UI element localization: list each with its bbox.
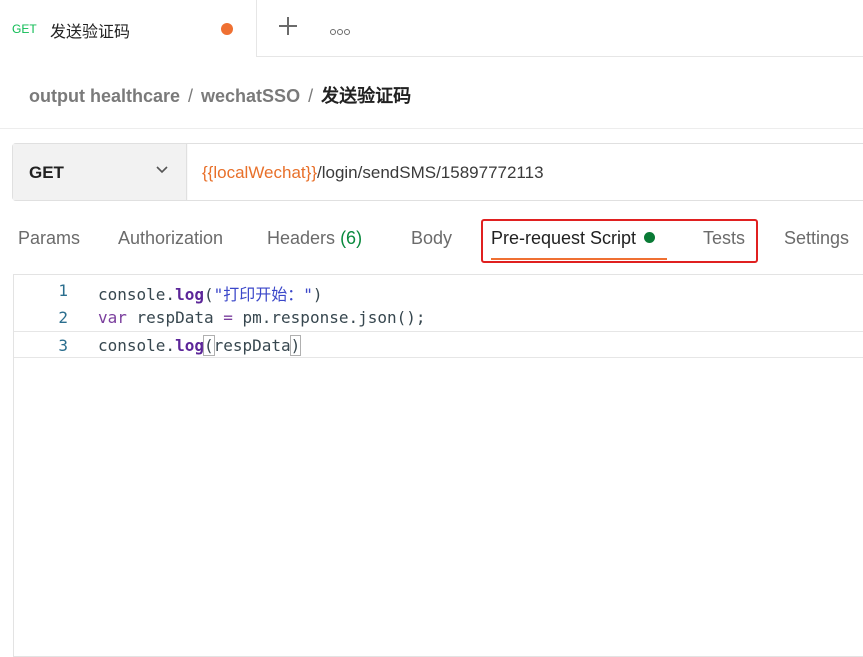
code-line-current: 3 console.log(respData) [14,331,863,358]
line-number: 2 [58,308,68,327]
tab-method-label: GET [12,22,37,36]
tab-params[interactable]: Params [18,228,80,249]
breadcrumb: output healthcare / wechatSSO / 发送验证码 [29,82,411,108]
line-number: 1 [58,281,68,300]
tab-body[interactable]: Body [411,228,452,249]
breadcrumb-separator: / [308,86,314,106]
breadcrumb-workspace[interactable]: output healthcare [29,86,180,106]
code-text: console.log("打印开始：") [98,285,323,304]
code-line: 2 var respData = pm.response.json(); [14,304,863,331]
tab-settings[interactable]: Settings [784,228,849,249]
breadcrumb-collection[interactable]: wechatSSO [201,86,300,106]
chevron-down-icon [156,166,168,174]
script-editor[interactable]: 1 console.log("打印开始：") 2 var respData = … [13,274,863,657]
highlight-annotation-box [481,219,758,263]
tab-authorization[interactable]: Authorization [118,228,223,249]
method-select[interactable]: GET [13,144,187,200]
more-options-icon[interactable] [330,22,354,35]
tab-bar: GET 发送验证码 [0,0,863,57]
url-variable: {{localWechat}} [202,163,317,182]
code-line: 1 console.log("打印开始：") [14,277,863,304]
divider [0,128,863,129]
request-tabs: Params Authorization Headers (6) Body Pr… [0,218,863,268]
headers-count: (6) [340,228,363,248]
code-text: console.log(respData) [98,335,302,356]
new-tab-plus-icon[interactable] [276,14,300,38]
request-url-bar: GET {{localWechat}}/login/sendSMS/158977… [12,143,863,201]
url-path: /login/sendSMS/15897772113 [317,163,544,182]
breadcrumb-request[interactable]: 发送验证码 [321,86,411,107]
code-text: var respData = pm.response.json(); [98,308,426,327]
line-number: 3 [58,336,68,355]
method-select-label: GET [29,163,64,182]
tab-headers-label: Headers [267,228,336,248]
breadcrumb-separator: / [188,86,194,106]
tab-headers[interactable]: Headers (6) [267,228,362,249]
tab-name: 发送验证码 [50,22,131,41]
unsaved-dot-icon [221,23,233,35]
url-input[interactable]: {{localWechat}}/login/sendSMS/1589777211… [188,144,863,200]
request-tab[interactable]: GET 发送验证码 [0,0,257,57]
